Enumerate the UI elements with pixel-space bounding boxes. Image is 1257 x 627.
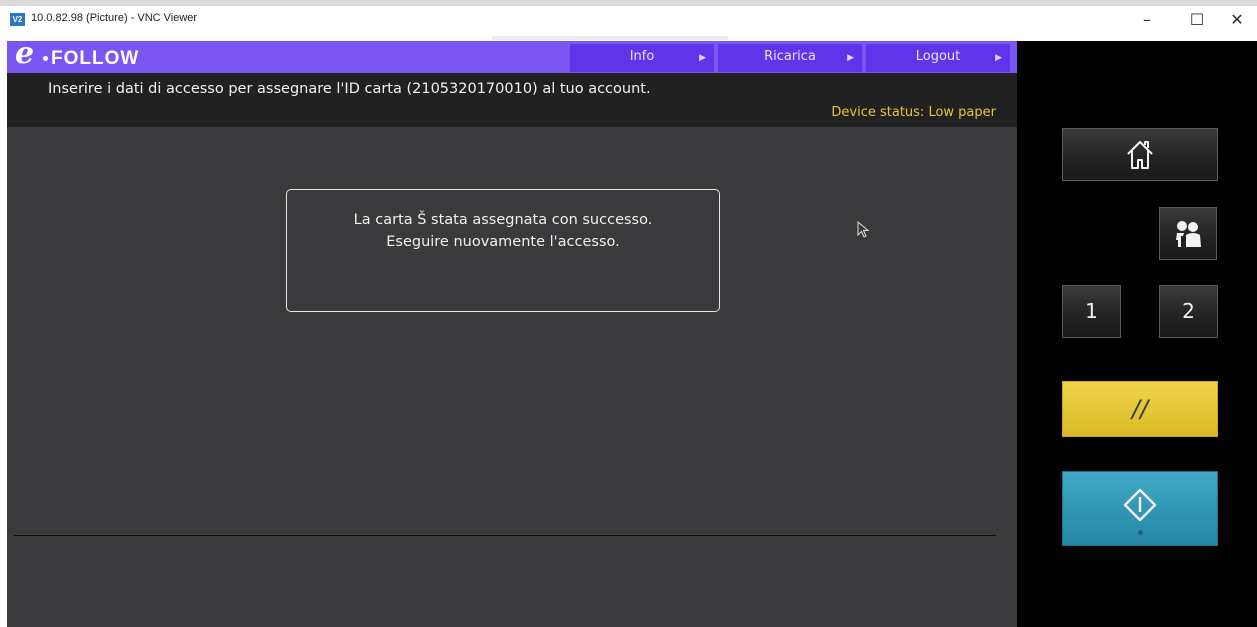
start-button[interactable]: [1062, 471, 1218, 546]
button-1[interactable]: 1: [1062, 285, 1121, 338]
minimize-button[interactable]: –: [1127, 8, 1167, 32]
nav-info-label: Info: [629, 49, 655, 64]
logo-word: FOLLOW: [51, 48, 140, 69]
home-icon: [1063, 137, 1217, 173]
nav-ricarica-label: Ricarica: [764, 49, 816, 64]
instruction-bar: Inserire i dati di accesso per assegnare…: [7, 73, 1017, 127]
arrow-right-icon: ▶: [995, 53, 1002, 63]
user-button[interactable]: [1159, 207, 1217, 260]
button-2[interactable]: 2: [1159, 285, 1218, 338]
nav-logout-button[interactable]: Logout ▶: [866, 44, 1010, 72]
success-message-line1: La carta Š stata assegnata con successo.: [353, 212, 653, 228]
home-button[interactable]: [1062, 128, 1218, 181]
success-message-line2: Eseguire nuovamente l'accesso.: [386, 234, 620, 250]
start-led-indicator: [1138, 530, 1143, 535]
content-area: La carta Š stata assegnata con successo.…: [7, 127, 1017, 627]
maximize-button[interactable]: ☐: [1177, 8, 1217, 32]
users-icon: [1160, 219, 1216, 249]
arrow-right-icon: ▶: [847, 53, 854, 63]
arrow-right-icon: ▶: [699, 53, 706, 63]
top-nav-bar: e FOLLOW Info ▶ Ricarica ▶ Logout ▶: [7, 36, 1017, 73]
nav-info-button[interactable]: Info ▶: [570, 44, 714, 72]
printer-screen: e FOLLOW Info ▶ Ricarica ▶ Logout ▶ Inse…: [7, 36, 1017, 627]
start-icon: [1063, 488, 1217, 522]
nav-ricarica-button[interactable]: Ricarica ▶: [718, 44, 862, 72]
device-status: Device status: Low paper: [831, 105, 996, 120]
nav-logout-label: Logout: [915, 49, 961, 64]
content-divider: [14, 535, 996, 536]
toolbar-handle[interactable]: [492, 36, 728, 40]
logo-dot: [43, 56, 48, 61]
close-button[interactable]: ✕: [1217, 8, 1257, 32]
reset-button[interactable]: //: [1062, 381, 1218, 437]
window-title: 10.0.82.98 (Picture) - VNC Viewer: [31, 12, 198, 24]
vnc-app-icon: V2: [10, 13, 25, 26]
control-panel: 1 2 //: [1017, 41, 1257, 627]
instruction-text: Inserire i dati di accesso per assegnare…: [48, 81, 651, 97]
mouse-pointer-icon: [857, 220, 871, 239]
vnc-title-bar: V2 10.0.82.98 (Picture) - VNC Viewer – ☐…: [0, 0, 1257, 40]
logo-letter: e: [15, 36, 35, 71]
success-message-box: La carta Š stata assegnata con successo.…: [286, 189, 720, 312]
